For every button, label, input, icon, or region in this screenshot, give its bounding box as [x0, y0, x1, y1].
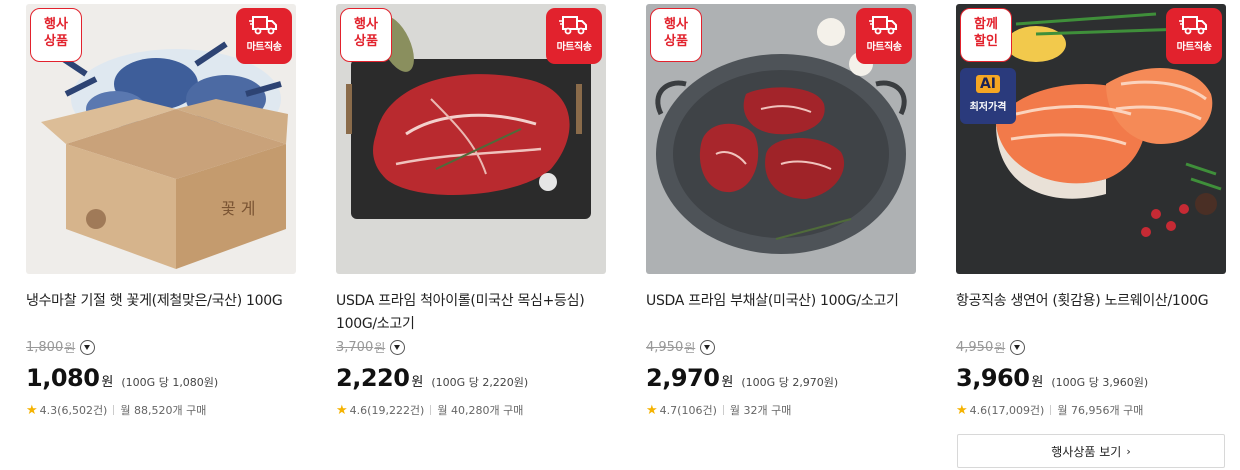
- price-info-dropdown-icon[interactable]: [80, 340, 96, 355]
- sale-price: 2,970 원 (100G 당 2,970원): [646, 364, 839, 392]
- star-icon: ★: [646, 402, 658, 418]
- unit-price: (100G 당 2,970원): [741, 376, 839, 389]
- star-icon: ★: [26, 402, 38, 418]
- product-card[interactable]: 행사 상품 마트직송 USDA 프라임 척아이롤(미국산 목심+등심) 100G/…: [336, 4, 606, 418]
- sale-price: 2,220 원 (100G 당 2,220원): [336, 364, 529, 392]
- product-title[interactable]: 냉수마찰 기절 햇 꽃게(제철맞은/국산) 100G: [26, 290, 301, 313]
- unit-price: (100G 당 3,960원): [1051, 376, 1149, 389]
- delivery-truck-icon: [249, 16, 277, 35]
- original-price: 4,950 원: [646, 339, 716, 356]
- sale-price: 1,080 원 (100G 당 1,080원): [26, 364, 219, 392]
- mart-delivery-badge: 마트직송: [236, 8, 292, 64]
- price-info-dropdown-icon[interactable]: [390, 340, 406, 355]
- product-title[interactable]: 항공직송 생연어 (횟감용) 노르웨이산/100G: [956, 290, 1231, 313]
- rating-row: ★ 4.6 (17,009건) 월 76,956개 구매: [956, 402, 1144, 418]
- unit-price: (100G 당 1,080원): [121, 376, 219, 389]
- event-product-badge: 행사 상품: [30, 8, 82, 62]
- product-image[interactable]: 행사 상품 마트직송: [646, 4, 916, 274]
- price-info-dropdown-icon[interactable]: [700, 340, 716, 355]
- product-card[interactable]: 행사 상품 마트직송 USDA 프라임 부채살(미국산) 100G/소고기 4,9…: [646, 4, 916, 418]
- rating-row: ★ 4.6 (19,222건) 월 40,280개 구매: [336, 402, 524, 418]
- mart-delivery-badge: 마트직송: [856, 8, 912, 64]
- star-icon: ★: [336, 402, 348, 418]
- original-price: 4,950 원: [956, 339, 1026, 356]
- original-price: 3,700 원: [336, 339, 406, 356]
- product-image[interactable]: 함께 할인 AI 최저가격 마트직송: [956, 4, 1226, 274]
- unit-price: (100G 당 2,220원): [431, 376, 529, 389]
- product-title[interactable]: USDA 프라임 부채살(미국산) 100G/소고기: [646, 290, 921, 313]
- product-image[interactable]: 행사 상품 마트직송: [336, 4, 606, 274]
- mart-delivery-badge: 마트직송: [1166, 8, 1222, 64]
- ai-lowest-price-badge: AI 최저가격: [960, 68, 1016, 124]
- svg-text:꽃 게: 꽃 게: [221, 199, 256, 218]
- original-price: 1,800 원: [26, 339, 96, 356]
- price-info-dropdown-icon[interactable]: [1010, 340, 1026, 355]
- event-product-badge: 행사 상품: [340, 8, 392, 62]
- sale-price: 3,960 원 (100G 당 3,960원): [956, 364, 1149, 392]
- event-product-badge: 행사 상품: [650, 8, 702, 62]
- combo-discount-badge: 함께 할인: [960, 8, 1012, 62]
- product-card[interactable]: 함께 할인 AI 최저가격 마트직송 항공직송 생연어 (횟감용) 노르웨이산/1…: [956, 4, 1226, 418]
- rating-row: ★ 4.7 (106건) 월 32개 구매: [646, 402, 792, 418]
- delivery-truck-icon: [1179, 16, 1207, 35]
- rating-row: ★ 4.3 (6,502건) 월 88,520개 구매: [26, 402, 207, 418]
- delivery-truck-icon: [869, 16, 897, 35]
- product-image[interactable]: 꽃 게 행사 상품 마트직송: [26, 4, 296, 274]
- chevron-right-icon: ›: [1126, 444, 1131, 458]
- ai-icon: AI: [975, 75, 1001, 93]
- product-card[interactable]: 꽃 게 행사 상품 마트직송 냉수마찰 기절 햇 꽃게(제철맞은/국산) 100G…: [26, 4, 296, 418]
- delivery-truck-icon: [559, 16, 587, 35]
- product-title[interactable]: USDA 프라임 척아이롤(미국산 목심+등심) 100G/소고기: [336, 290, 611, 336]
- mart-delivery-badge: 마트직송: [546, 8, 602, 64]
- star-icon: ★: [956, 402, 968, 418]
- view-event-products-button[interactable]: 행사상품 보기 ›: [957, 434, 1225, 468]
